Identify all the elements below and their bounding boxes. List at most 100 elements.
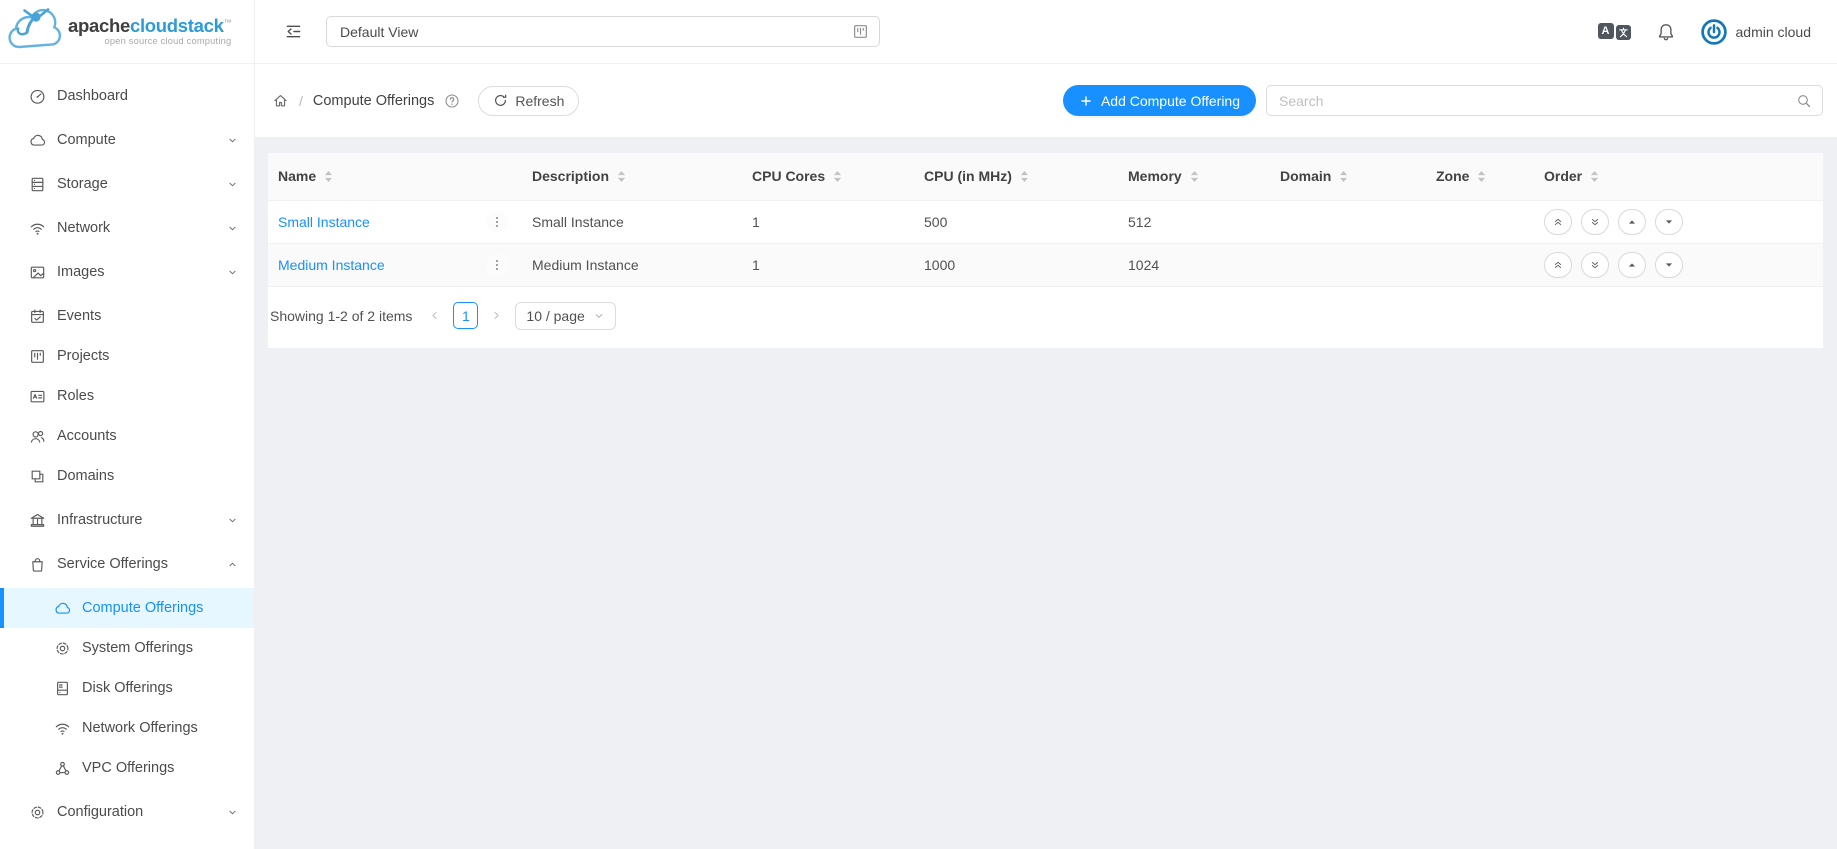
question-circle-icon[interactable] (444, 93, 460, 109)
sidebar-item-domains[interactable]: Domains (0, 456, 254, 496)
reload-icon (493, 93, 508, 108)
team-icon (29, 428, 46, 445)
refresh-button[interactable]: Refresh (478, 86, 579, 116)
move-down-button[interactable] (1655, 209, 1683, 235)
notification-bell-icon[interactable] (1656, 22, 1676, 42)
column-header-description[interactable]: Description (522, 153, 742, 200)
sidebar-item-events[interactable]: Events (0, 296, 254, 336)
pagination-next-button[interactable] (490, 309, 503, 322)
row-actions-button[interactable] (486, 254, 508, 276)
move-to-bottom-button[interactable] (1581, 252, 1609, 278)
search-icon[interactable] (1796, 93, 1812, 109)
user-avatar-icon (1701, 19, 1727, 45)
sidebar-item-compute-offerings[interactable]: Compute Offerings (0, 588, 254, 628)
sidebar-item-infrastructure[interactable]: Infrastructure (0, 500, 254, 540)
column-sorter-icon (324, 170, 333, 183)
wifi-icon (29, 220, 46, 237)
cell-cpu-cores: 1 (742, 200, 914, 243)
menu-fold-icon[interactable] (285, 23, 302, 40)
idcard-icon (29, 388, 46, 405)
offerings-card: NameDescriptionCPU CoresCPU (in MHz)Memo… (268, 153, 1823, 348)
sidebar-item-accounts[interactable]: Accounts (0, 416, 254, 456)
move-down-button[interactable] (1655, 252, 1683, 278)
view-selector[interactable]: Default View (326, 16, 880, 47)
cell-description: Small Instance (522, 200, 742, 243)
sidebar-item-network[interactable]: Network (0, 208, 254, 248)
row-actions-button[interactable] (486, 211, 508, 233)
move-to-bottom-button[interactable] (1581, 209, 1609, 235)
sidebar-item-label: Disk Offerings (82, 680, 173, 696)
project-icon (852, 23, 869, 40)
offering-name-link[interactable]: Small Instance (278, 214, 370, 230)
reload-icon (493, 93, 508, 108)
cloud-icon (29, 132, 46, 149)
offering-name-link[interactable]: Medium Instance (278, 257, 385, 273)
sidebar-item-dashboard[interactable]: Dashboard (0, 76, 254, 116)
pagination-prev-button[interactable] (428, 309, 441, 322)
cloudstack-monkey-cloud-icon (6, 4, 64, 59)
sidebar-menu: Dashboard Compute StorageNetwork Images Even… (0, 64, 254, 849)
sidebar-item-disk-offerings[interactable]: Disk Offerings (0, 668, 254, 708)
column-header-cpu-cores[interactable]: CPU Cores (742, 153, 914, 200)
sidebar-item-compute[interactable]: Compute (0, 120, 254, 160)
home-icon[interactable] (272, 92, 289, 109)
question-circle-icon (444, 93, 460, 109)
chevron-right-icon (490, 309, 503, 322)
cell-cpu-cores: 1 (742, 243, 914, 286)
picture-icon (29, 264, 46, 281)
sidebar-item-label: Infrastructure (57, 512, 142, 528)
sidebar-item-storage[interactable]: Storage (0, 164, 254, 204)
sidebar-item-label: Compute (57, 132, 116, 148)
column-sorter-icon (1590, 170, 1599, 183)
brand-logo[interactable]: apachecloudstack™ open source cloud comp… (0, 0, 254, 64)
page-size-select[interactable]: 10 / page (515, 302, 615, 330)
search-input[interactable] (1279, 93, 1796, 109)
caret-up-icon (1626, 216, 1638, 228)
column-header-cpu-in-mhz-[interactable]: CPU (in MHz) (914, 153, 1118, 200)
move-up-button[interactable] (1618, 209, 1646, 235)
sidebar-item-vpc-offerings[interactable]: VPC Offerings (0, 748, 254, 788)
sidebar-item-network-offerings[interactable]: Network Offerings (0, 708, 254, 748)
column-header-zone[interactable]: Zone (1426, 153, 1534, 200)
sidebar-item-label: Domains (57, 468, 114, 484)
gear-icon (29, 804, 46, 821)
sidebar-item-configuration[interactable]: Configuration (0, 792, 254, 832)
column-header-name[interactable]: Name (268, 153, 522, 200)
project-icon (852, 23, 869, 40)
search-icon (1796, 93, 1812, 109)
chevron-down-icon (593, 310, 605, 322)
column-header-order[interactable]: Order (1534, 153, 1823, 200)
cell-memory: 512 (1118, 200, 1270, 243)
sidebar-item-label: Images (57, 264, 105, 280)
add-compute-offering-button[interactable]: Add Compute Offering (1063, 85, 1256, 116)
user-menu[interactable]: admin cloud (1701, 19, 1812, 45)
sidebar-item-roles[interactable]: Roles (0, 376, 254, 416)
sidebar-item-projects[interactable]: Projects (0, 336, 254, 376)
translation-icon[interactable]: A (1598, 23, 1631, 40)
block-icon (29, 468, 46, 485)
chevron-down-icon (593, 310, 605, 322)
disk-icon (54, 680, 71, 697)
column-header-domain[interactable]: Domain (1270, 153, 1426, 200)
sidebar-item-label: Events (57, 308, 101, 324)
chevron-down-icon (227, 223, 238, 234)
project-icon (29, 348, 46, 365)
move-to-top-button[interactable] (1544, 252, 1572, 278)
chevron-up-icon (227, 559, 238, 570)
sidebar: apachecloudstack™ open source cloud comp… (0, 0, 255, 849)
storage-icon (29, 176, 46, 193)
cell-domain (1270, 200, 1426, 243)
breadcrumb: / Compute Offerings Refresh (272, 86, 579, 116)
column-header-memory[interactable]: Memory (1118, 153, 1270, 200)
move-up-button[interactable] (1618, 252, 1646, 278)
pagination-page-1[interactable]: 1 (453, 302, 478, 329)
move-to-top-button[interactable] (1544, 209, 1572, 235)
breadcrumb-separator: / (299, 93, 303, 109)
sidebar-item-service-offerings[interactable]: Service Offerings (0, 544, 254, 584)
double-up-icon (1552, 216, 1564, 228)
sidebar-item-images[interactable]: Images (0, 252, 254, 292)
sidebar-item-system-offerings[interactable]: System Offerings (0, 628, 254, 668)
sidebar-item-label: Dashboard (57, 88, 128, 104)
more-vertical-icon (490, 215, 504, 229)
cell-cpu-mhz: 1000 (914, 243, 1118, 286)
